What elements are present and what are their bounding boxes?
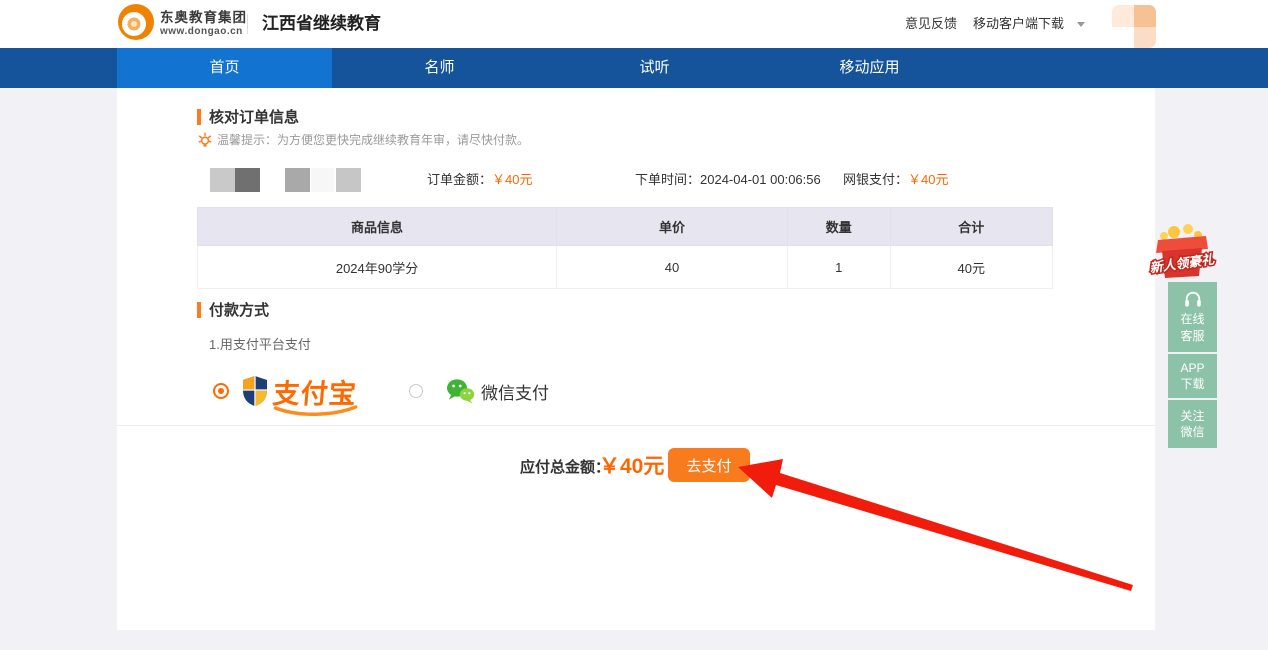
online-service-widget[interactable]: 在线 客服 [1168,282,1217,352]
header-divider [247,14,248,34]
alipay-label: 支付宝 [271,379,358,409]
redacted-box [311,168,334,192]
dongao-logo[interactable]: 东奥教育集团 www.dongao.cn [117,5,247,43]
order-section-title-text: 核对订单信息 [209,106,299,127]
col-product: 商品信息 [198,208,557,246]
order-amount-value: ￥40元 [492,172,532,187]
payment-group-label: 1.用支付平台支付 [209,334,311,353]
redacted-box [336,168,361,192]
headset-icon [1182,290,1204,308]
follow-wechat-line2: 微信 [1180,424,1204,440]
main-navbar: 首页 名师 试听 移动应用 [0,48,1268,88]
top-header: 东奥教育集团 www.dongao.cn 江西省继续教育 意见反馈 移动客户端下… [0,0,1268,48]
redacted-box [285,168,310,192]
avatar[interactable] [1112,5,1156,48]
pay-button[interactable]: 去支付 [668,448,750,482]
feedback-link[interactable]: 意见反馈 [905,0,957,48]
order-amount-label: 订单金额： [427,172,492,187]
total-row: 应付总金额： ￥40元 去支付 [117,448,1155,488]
order-amount: 订单金额：￥40元 [427,166,532,194]
site-title: 江西省继续教育 [262,0,381,48]
alipay-option[interactable]: 支付宝 [241,372,357,411]
cell-total: 40元 [890,246,1052,289]
alipay-shield-icon [241,375,269,407]
redacted-box [210,168,235,192]
alipay-swoosh [273,405,358,417]
tab-home[interactable]: 首页 [117,48,332,88]
logo-url: www.dongao.cn [160,26,247,37]
wechat-label: 微信支付 [481,379,549,404]
avatar-part [1134,27,1156,48]
section-bar [197,109,201,125]
total-value: ￥40元 [599,450,664,480]
payment-section-title-text: 付款方式 [209,299,269,320]
payment-options: 支付宝 微信支付 [213,370,549,412]
col-quantity: 数量 [787,208,890,246]
app-download-widget[interactable]: APP 下载 [1168,354,1217,398]
col-total: 合计 [890,208,1052,246]
avatar-part [1134,5,1156,27]
mobile-download-link[interactable]: 移动客户端下载 [973,0,1064,48]
app-download-line1: APP [1180,360,1204,376]
avatar-part [1112,5,1134,27]
product-table: 商品信息 单价 数量 合计 2024年90学分 40 1 40元 [197,207,1053,289]
bank-pay-value: ￥40元 [908,172,948,187]
floating-sidebar: 在线 客服 APP 下载 关注 微信 [1168,282,1217,450]
lightbulb-icon [197,132,213,148]
order-time: 下单时间：2024-04-01 00:06:56 [635,166,821,194]
bank-pay: 网银支付：￥40元 [843,166,948,194]
follow-wechat-widget[interactable]: 关注 微信 [1168,400,1217,448]
cell-product: 2024年90学分 [198,246,557,289]
wechat-radio[interactable] [409,384,423,398]
table-header-row: 商品信息 单价 数量 合计 [198,208,1053,246]
tab-mobile-app[interactable]: 移动应用 [762,48,977,88]
order-time-label: 下单时间： [635,172,700,187]
follow-wechat-line1: 关注 [1180,408,1204,424]
online-service-line2: 客服 [1180,328,1204,344]
chevron-down-icon[interactable] [1077,22,1085,27]
order-card: 核对订单信息 温馨提示：为方便您更快完成继续教育年审，请尽快付款。 订单金额：￥… [117,88,1155,630]
alipay-logo-text: 支付宝 [271,372,358,411]
app-download-line2: 下载 [1180,376,1204,392]
alipay-radio[interactable] [213,383,229,399]
tab-trial[interactable]: 试听 [547,48,762,88]
total-label: 应付总金额： [520,456,610,477]
bank-pay-label: 网银支付： [843,172,908,187]
payment-section-title: 付款方式 [197,299,269,320]
dongao-logo-icon [117,3,155,46]
table-row: 2024年90学分 40 1 40元 [198,246,1053,289]
wechat-icon [445,378,475,404]
logo-title: 东奥教育集团 [160,11,247,26]
avatar-part [1112,27,1134,48]
order-section-title: 核对订单信息 [197,106,299,127]
order-time-value: 2024-04-01 00:06:56 [700,172,821,187]
online-service-line1: 在线 [1180,311,1204,327]
cell-quantity: 1 [787,246,890,289]
wechat-option[interactable]: 微信支付 [409,378,549,404]
cell-price: 40 [557,246,788,289]
redacted-box [235,168,260,192]
tip-text: 温馨提示：为方便您更快完成继续教育年审，请尽快付款。 [217,131,529,148]
new-user-gift-badge[interactable]: 新人领豪礼 [1146,222,1218,282]
horizontal-divider [117,425,1155,426]
col-price: 单价 [557,208,788,246]
tab-teachers[interactable]: 名师 [332,48,547,88]
tip-row: 温馨提示：为方便您更快完成继续教育年审，请尽快付款。 [197,131,529,148]
section-bar [197,302,201,318]
